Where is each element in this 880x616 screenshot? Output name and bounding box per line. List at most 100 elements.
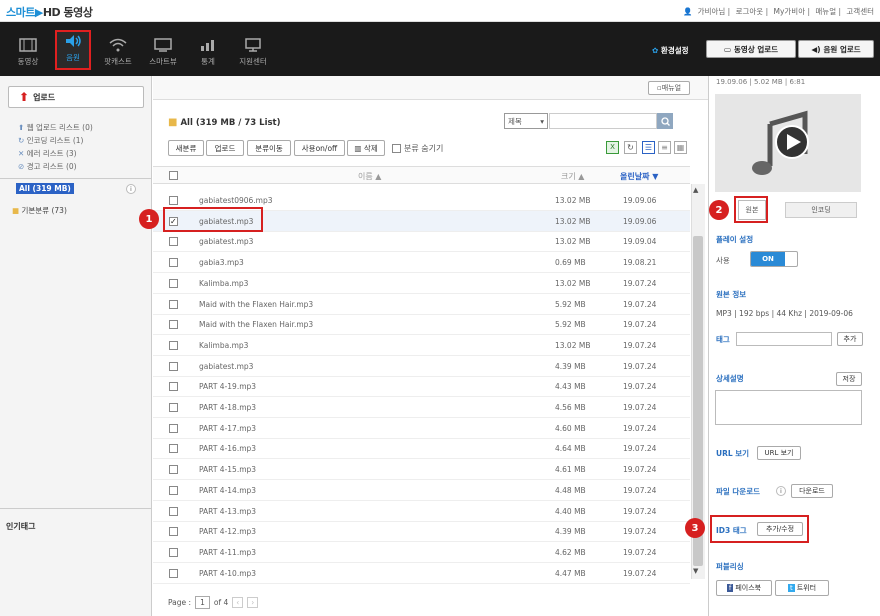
all-category[interactable]: All (319 MB)	[16, 183, 74, 194]
delete-button[interactable]: ▥ 삭제	[347, 140, 385, 156]
support-link[interactable]: 고객센터	[846, 7, 874, 16]
row-checkbox[interactable]	[169, 568, 178, 578]
refresh-icon[interactable]: ↻	[624, 141, 637, 154]
upload-button[interactable]: ⬆ 업로드	[8, 86, 144, 108]
table-row[interactable]: PART 4-17.mp3 4.60 MB 19.07.24	[153, 418, 690, 439]
select-all-checkbox[interactable]	[169, 171, 178, 180]
search-field-select[interactable]: 제목 ▾	[504, 113, 548, 129]
info-icon[interactable]: i	[776, 486, 786, 496]
hide-checkbox[interactable]	[392, 144, 401, 153]
table-row[interactable]: Kalimba.mp3 13.02 MB 19.07.24	[153, 273, 690, 294]
table-row[interactable]: Maid with the Flaxen Hair.mp3 5.92 MB 19.0…	[153, 294, 690, 315]
file-size: 4.40 MB	[555, 506, 586, 516]
nav-podcast[interactable]: 팟캐스트	[100, 36, 136, 67]
row-checkbox[interactable]	[169, 278, 178, 288]
tag-add-button[interactable]: 추가	[837, 332, 863, 346]
row-checkbox[interactable]	[169, 237, 178, 247]
web-upload-list[interactable]: ⬆ 웹 업로드 리스트 (0)	[18, 122, 93, 133]
move-category-button[interactable]: 분류이동	[247, 140, 291, 156]
row-checkbox[interactable]	[169, 403, 178, 412]
table-row[interactable]: PART 4-16.mp3 4.64 MB 19.07.24	[153, 438, 690, 460]
row-checkbox[interactable]	[169, 547, 178, 557]
search-button[interactable]	[657, 113, 673, 129]
scrollbar-thumb[interactable]	[693, 236, 703, 566]
video-upload-button[interactable]: ▭ 동영상 업로드	[706, 40, 796, 58]
nav-video[interactable]: 동영상	[10, 36, 46, 67]
nav-stats[interactable]: 통계	[190, 36, 226, 67]
table-row[interactable]: gabiatest.mp3 13.02 MB 19.09.04	[153, 231, 690, 253]
new-category-button[interactable]: 새분류	[168, 140, 204, 156]
row-checkbox[interactable]	[169, 485, 178, 495]
row-checkbox[interactable]	[169, 258, 178, 268]
col-size[interactable]: 크기 ▲	[561, 171, 584, 182]
twitter-button[interactable]: t 트위터	[775, 580, 829, 596]
mygabia-link[interactable]: My가비아	[773, 7, 805, 16]
speaker-icon: ◀)	[811, 44, 821, 54]
table-row[interactable]: PART 4-13.mp3 4.40 MB 19.07.24	[153, 501, 690, 522]
manual-link[interactable]: 매뉴얼	[815, 7, 836, 16]
row-checkbox[interactable]	[169, 320, 178, 330]
detail-view-icon[interactable]: ≡	[658, 141, 671, 154]
audio-thumbnail[interactable]	[715, 94, 861, 192]
row-checkbox[interactable]	[169, 382, 178, 392]
step-badge-2: 2	[709, 200, 729, 220]
table-row[interactable]: PART 4-19.mp3 4.43 MB 19.07.24	[153, 376, 690, 398]
next-page-button[interactable]: ›	[247, 597, 259, 608]
use-toggle[interactable]: ON	[750, 251, 798, 267]
scroll-down-icon[interactable]: ▼	[693, 567, 698, 575]
table-row[interactable]: Kalimba.mp3 13.02 MB 19.07.24	[153, 335, 690, 356]
scroll-up-icon[interactable]: ▲	[693, 186, 698, 194]
table-row[interactable]: PART 4-11.mp3 4.62 MB 19.07.24	[153, 542, 690, 563]
upload-file-button[interactable]: 업로드	[206, 140, 244, 156]
list-view-icon[interactable]: ☰	[642, 141, 655, 154]
row-checkbox[interactable]	[169, 465, 178, 475]
row-checkbox[interactable]	[169, 506, 178, 516]
error-list[interactable]: ✕ 에러 리스트 (3)	[18, 148, 77, 159]
col-name[interactable]: 이름 ▲	[358, 171, 381, 182]
table-row[interactable]: PART 4-10.mp3 4.47 MB 19.07.24	[153, 563, 690, 584]
save-button[interactable]: 저장	[836, 372, 862, 386]
row-checkbox[interactable]	[169, 196, 178, 205]
table-row[interactable]: gabia3.mp3 0.69 MB 19.08.21	[153, 252, 690, 274]
row-checkbox[interactable]	[169, 423, 178, 433]
row-checkbox[interactable]	[169, 340, 178, 350]
url-view-button[interactable]: URL 보기	[757, 446, 801, 460]
toggle-use-button[interactable]: 사용on/off	[294, 140, 345, 156]
nav-smartview[interactable]: 스마트뷰	[145, 36, 181, 67]
table-row[interactable]: Maid with the Flaxen Hair.mp3 5.92 MB 19.0…	[153, 314, 690, 336]
grid-view-icon[interactable]: ▦	[674, 141, 687, 154]
tab-encoding[interactable]: 인코딩	[785, 202, 857, 218]
audio-upload-button[interactable]: ◀) 음원 업로드	[798, 40, 874, 58]
support-icon	[245, 38, 261, 52]
search-input[interactable]	[549, 113, 657, 129]
env-settings-link[interactable]: ✿ 환경설정	[652, 45, 689, 56]
row-checkbox[interactable]	[169, 444, 178, 454]
logo[interactable]: 스마트▶HD 동영상	[6, 4, 93, 20]
table-row[interactable]: PART 4-14.mp3 4.48 MB 19.07.24	[153, 480, 690, 501]
row-checkbox[interactable]	[169, 299, 178, 309]
encoding-list[interactable]: ↻ 인코딩 리스트 (1)	[18, 135, 83, 146]
facebook-button[interactable]: f 페이스북	[716, 580, 772, 596]
logout-link[interactable]: 로그아웃	[736, 7, 764, 16]
download-button[interactable]: 다운로드	[791, 484, 833, 498]
row-checkbox[interactable]	[169, 361, 178, 371]
tag-input[interactable]	[736, 332, 832, 346]
nav-support[interactable]: 지원센터	[235, 36, 271, 67]
page-input[interactable]: 1	[195, 596, 210, 609]
table-row[interactable]: PART 4-18.mp3 4.56 MB 19.07.24	[153, 397, 690, 418]
folder-default[interactable]: ■ 기본분류 (73)	[12, 205, 67, 216]
table-row[interactable]: gabiatest.mp3 4.39 MB 19.07.24	[153, 356, 690, 377]
table-row[interactable]: PART 4-12.mp3 4.39 MB 19.07.24	[153, 521, 690, 543]
highlight-id3	[710, 515, 809, 543]
hide-category-toggle[interactable]: 분류 숨기기	[392, 143, 443, 154]
excel-icon[interactable]: X	[606, 141, 619, 154]
warning-list[interactable]: ⊘ 경고 리스트 (0)	[18, 161, 77, 172]
prev-page-button[interactable]: ‹	[232, 597, 244, 608]
nav-audio[interactable]: 음원	[55, 30, 91, 70]
info-icon[interactable]: i	[126, 184, 136, 194]
table-row[interactable]: PART 4-15.mp3 4.61 MB 19.07.24	[153, 459, 690, 481]
col-date[interactable]: 올린날짜 ▼	[620, 171, 658, 182]
description-textarea[interactable]	[715, 390, 862, 425]
manual-button[interactable]: ▫ 매뉴얼	[648, 81, 690, 95]
row-checkbox[interactable]	[169, 527, 178, 537]
